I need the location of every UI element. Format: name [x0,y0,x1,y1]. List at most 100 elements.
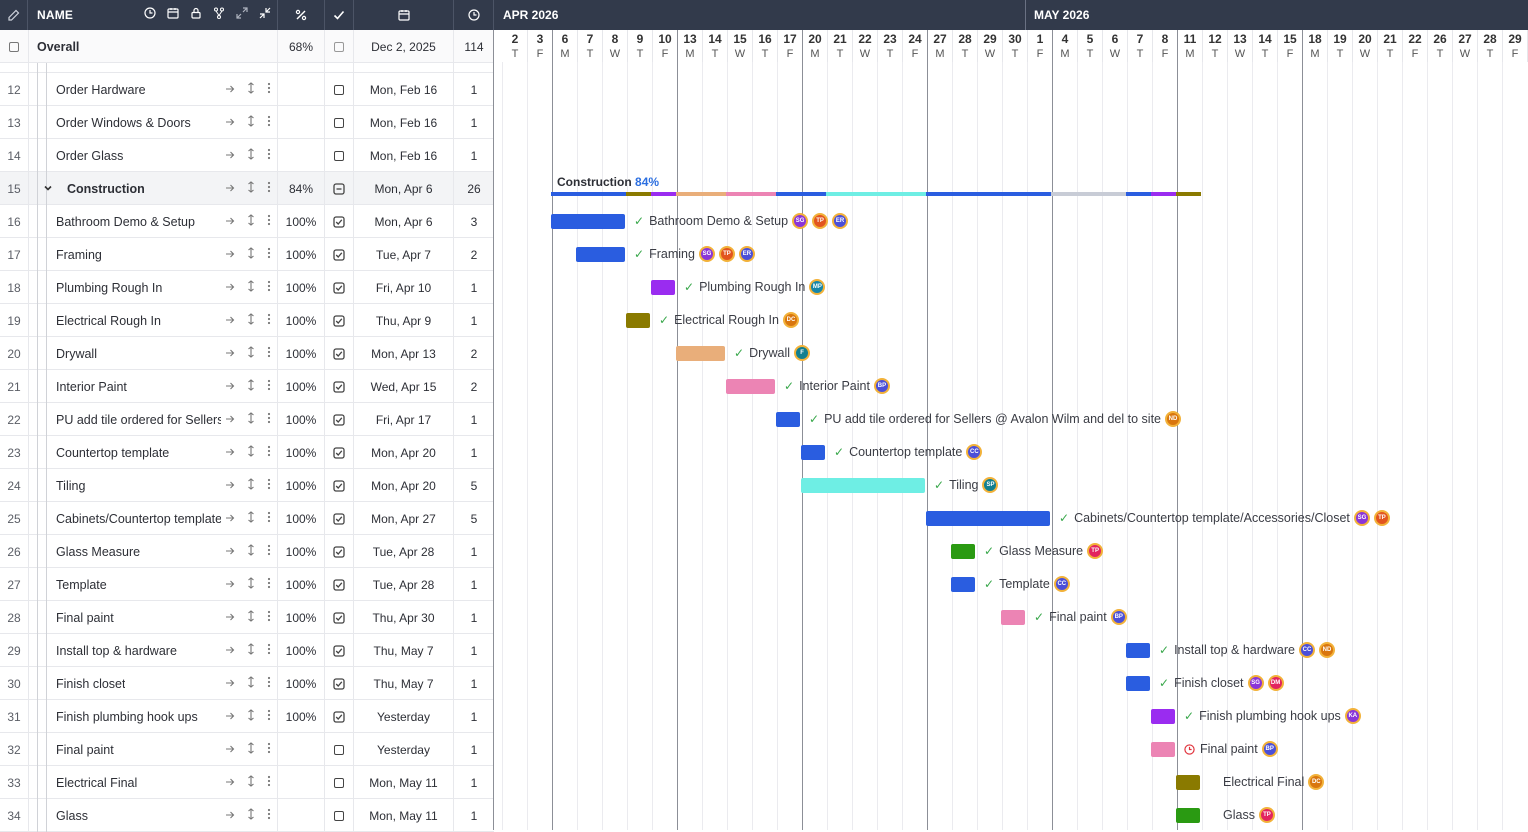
task-name-cell[interactable]: Tiling [28,469,278,502]
task-checkbox[interactable] [325,799,354,832]
task-name-cell[interactable]: Interior Paint [28,370,278,403]
task-duration[interactable]: 1 [454,634,494,667]
task-start-date[interactable]: Thu, Apr 9 [354,304,454,337]
assignee-avatar[interactable]: ER [832,213,849,229]
more-menu-icon[interactable] [267,643,271,658]
task-checkbox[interactable] [325,238,354,271]
overall-row[interactable]: Overall 68% Dec 2, 2025 114 [0,30,494,63]
drag-handle-icon[interactable] [247,346,255,361]
drag-handle-icon[interactable] [247,214,255,229]
more-menu-icon[interactable] [267,280,271,295]
task-name-cell[interactable]: Order Windows & Doors [28,106,278,139]
task-checkbox[interactable] [325,271,354,304]
more-menu-icon[interactable] [267,379,271,394]
task-checkbox[interactable] [325,139,354,172]
arrow-right-icon[interactable] [225,314,235,328]
task-checkbox[interactable] [325,634,354,667]
arrow-right-icon[interactable] [225,512,235,526]
task-bar[interactable] [1151,709,1175,724]
task-checkbox[interactable] [325,73,354,106]
table-row[interactable]: 30 Finish closet 100% Thu, May 7 1 [0,667,494,700]
task-bar[interactable] [576,247,625,262]
task-start-date[interactable]: Tue, Apr 28 [354,535,454,568]
table-row[interactable]: 12 Order Hardware Mon, Feb 16 1 [0,73,494,106]
assignee-avatar[interactable]: SG [792,213,809,229]
task-start-date[interactable]: Tue, Apr 28 [354,568,454,601]
drag-handle-icon[interactable] [247,379,255,394]
assignee-avatar[interactable]: SP [982,477,999,493]
task-start-date[interactable]: Mon, Apr 27 [354,502,454,535]
task-checkbox[interactable] [325,337,354,370]
task-start-date[interactable]: Fri, Apr 17 [354,403,454,436]
name-column-header[interactable]: NAME [28,0,278,30]
task-name-cell[interactable]: Order Hardware [28,73,278,106]
task-duration[interactable]: 1 [454,139,494,172]
task-name-cell[interactable]: Electrical Final [28,766,278,799]
assignee-avatar[interactable]: ND [1318,642,1335,658]
table-row[interactable]: 18 Plumbing Rough In 100% Fri, Apr 10 1 [0,271,494,304]
table-row[interactable]: 21 Interior Paint 100% Wed, Apr 15 2 [0,370,494,403]
task-start-date[interactable]: Thu, Apr 30 [354,601,454,634]
arrow-right-icon[interactable] [225,743,235,757]
task-duration[interactable]: 1 [454,271,494,304]
edit-icon[interactable] [0,0,28,30]
task-checkbox[interactable] [325,667,354,700]
arrow-right-icon[interactable] [225,248,235,262]
arrow-right-icon[interactable] [225,446,235,460]
task-start-date[interactable]: Mon, Apr 20 [354,436,454,469]
more-menu-icon[interactable] [267,412,271,427]
task-start-date[interactable]: Mon, Apr 13 [354,337,454,370]
drag-handle-icon[interactable] [247,610,255,625]
task-checkbox[interactable] [325,205,354,238]
task-duration[interactable]: 2 [454,337,494,370]
table-row[interactable]: 25 Cabinets/Countertop template, 100% Mo… [0,502,494,535]
task-start-date[interactable]: Mon, Apr 6 [354,172,454,205]
task-name-cell[interactable]: Final paint [28,601,278,634]
assignee-avatar[interactable]: SG [1353,510,1370,526]
drag-handle-icon[interactable] [247,511,255,526]
assignee-avatar[interactable]: CC [1053,576,1070,592]
task-name-cell[interactable]: Bathroom Demo & Setup [28,205,278,238]
task-name-cell[interactable]: Glass Measure [28,535,278,568]
task-duration[interactable]: 5 [454,469,494,502]
table-row[interactable]: 33 Electrical Final Mon, May 11 1 [0,766,494,799]
assignee-avatar[interactable]: BP [873,378,890,394]
drag-handle-icon[interactable] [247,181,255,196]
table-row[interactable]: 17 Framing 100% Tue, Apr 7 2 [0,238,494,271]
task-duration[interactable]: 1 [454,667,494,700]
arrow-right-icon[interactable] [225,413,235,427]
task-name-cell[interactable]: Order Glass [28,139,278,172]
more-menu-icon[interactable] [267,544,271,559]
assignee-avatar[interactable]: CC [966,444,983,460]
clock-icon[interactable] [454,0,494,30]
task-start-date[interactable]: Mon, Feb 16 [354,139,454,172]
drag-handle-icon[interactable] [247,445,255,460]
arrow-right-icon[interactable] [225,578,235,592]
more-menu-icon[interactable] [267,709,271,724]
task-start-date[interactable]: Mon, Feb 16 [354,106,454,139]
task-name-cell[interactable]: Finish plumbing hook ups [28,700,278,733]
assignee-avatar[interactable]: DM [1267,675,1284,691]
drag-handle-icon[interactable] [247,676,255,691]
task-checkbox[interactable] [325,469,354,502]
drag-handle-icon[interactable] [247,148,255,163]
task-duration[interactable]: 1 [454,700,494,733]
task-start-date[interactable]: Mon, May 11 [354,799,454,832]
arrow-right-icon[interactable] [225,710,235,724]
drag-handle-icon[interactable] [247,82,255,97]
select-all-checkbox[interactable] [0,30,28,63]
task-bar[interactable] [951,544,975,559]
calendar-icon[interactable] [167,6,179,24]
task-bar[interactable] [1126,643,1150,658]
task-checkbox[interactable] [325,436,354,469]
task-duration[interactable]: 1 [454,766,494,799]
task-name-cell[interactable]: Plumbing Rough In [28,271,278,304]
table-row[interactable]: 29 Install top & hardware 100% Thu, May … [0,634,494,667]
assignee-avatar[interactable]: TP [718,246,735,262]
task-bar[interactable] [676,346,725,361]
task-bar[interactable] [626,313,650,328]
arrow-right-icon[interactable] [225,116,235,130]
clock-icon[interactable] [144,6,156,24]
drag-handle-icon[interactable] [247,478,255,493]
task-start-date[interactable]: Fri, Apr 10 [354,271,454,304]
